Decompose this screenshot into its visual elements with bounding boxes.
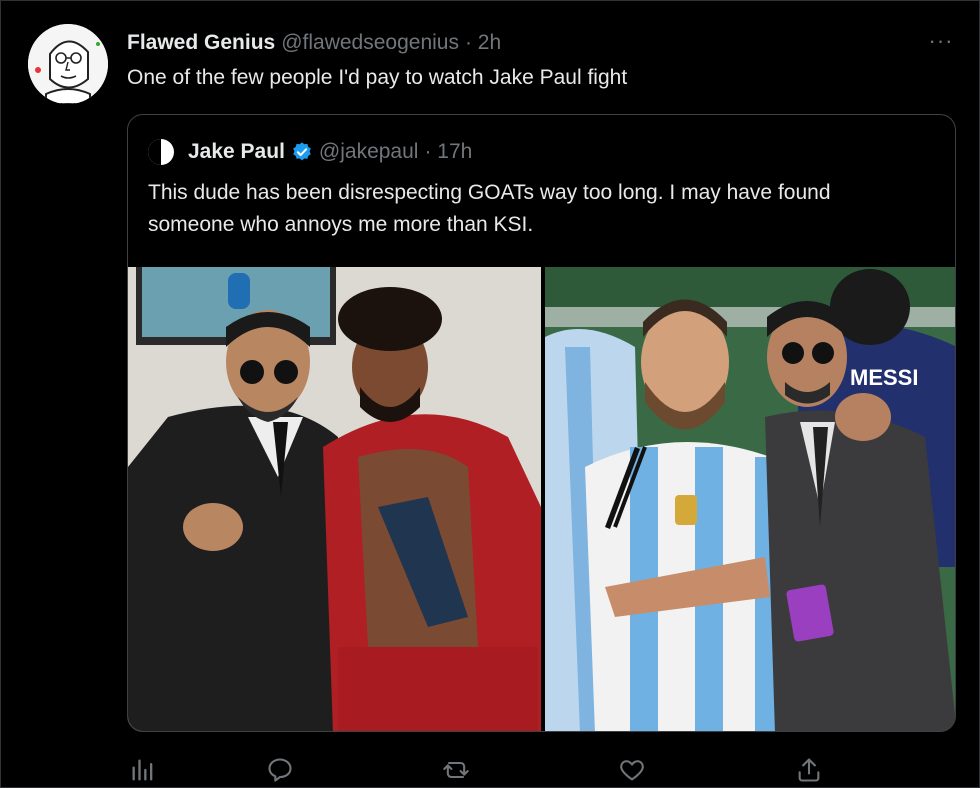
avatar-sketch-icon [28,24,108,104]
like-icon[interactable] [618,756,646,784]
author-handle[interactable]: @flawedseogenius [281,31,459,55]
tweet-actions [0,752,980,788]
photo-right-image: MESSI [545,267,955,731]
share-icon[interactable] [795,756,823,784]
analytics-icon[interactable] [129,756,157,784]
media-grid: MESSI [128,267,955,731]
reply-icon[interactable] [266,756,294,784]
tweet-header: Flawed Genius @flawedseogenius · 2h [127,30,501,56]
quoted-author-name[interactable]: Jake Paul [188,140,285,164]
quoted-author-handle[interactable]: @jakepaul [319,140,419,164]
jersey-name-text: MESSI [850,365,918,390]
more-options-icon[interactable]: ··· [926,30,956,52]
tweet-text: One of the few people I'd pay to watch J… [127,66,628,89]
photo-left-image [128,267,541,731]
retweet-icon[interactable] [442,756,470,784]
quoted-tweet-text: This dude has been disrespecting GOATs w… [148,181,831,236]
quoted-tweet[interactable]: Jake Paul @jakepaul · 17h This dude has … [127,114,956,732]
tweet-time[interactable]: · 2h [465,31,501,55]
author-name[interactable]: Flawed Genius [127,31,275,55]
verified-badge-icon [293,142,311,161]
photo-right[interactable]: MESSI [545,267,955,731]
quoted-tweet-header: Jake Paul @jakepaul · 17h [148,139,472,165]
author-avatar[interactable] [28,24,108,104]
quoted-author-avatar[interactable] [148,139,174,165]
quoted-tweet-time[interactable]: · 17h [424,140,472,164]
photo-left[interactable] [128,267,541,731]
